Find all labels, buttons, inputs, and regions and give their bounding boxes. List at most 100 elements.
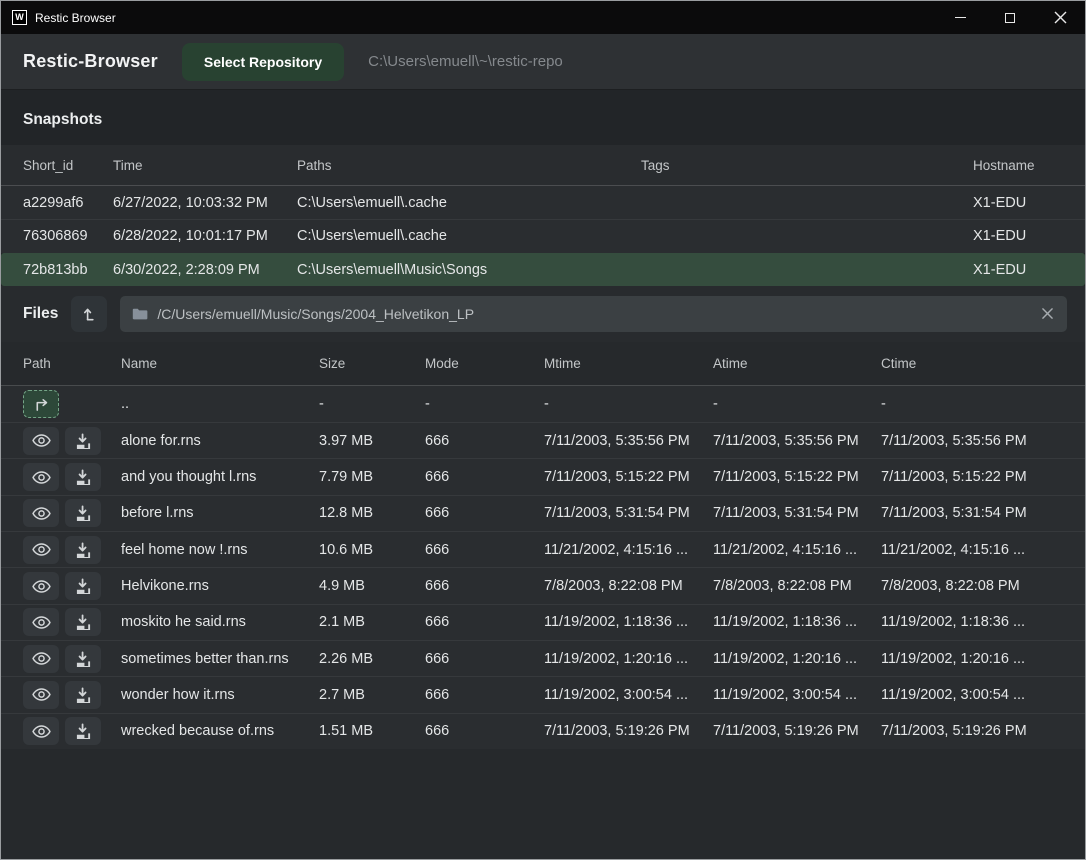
snapshots-section-title: Snapshots [1, 90, 1085, 145]
file-mtime: 7/11/2003, 5:15:22 PM [544, 469, 713, 485]
file-row: wonder how it.rns2.7 MB66611/19/2002, 3:… [1, 676, 1085, 712]
select-repository-button[interactable]: Select Repository [182, 43, 344, 81]
current-path-value: /C/Users/emuell/Music/Songs/2004_Helveti… [157, 306, 474, 322]
download-icon [75, 433, 92, 449]
restore-file-button[interactable] [65, 717, 101, 745]
current-path-input[interactable]: /C/Users/emuell/Music/Songs/2004_Helveti… [120, 296, 1067, 332]
maximize-button[interactable] [985, 1, 1035, 34]
file-name: and you thought l.rns [121, 469, 319, 485]
snapshot-hostname: X1-EDU [973, 262, 1063, 278]
preview-file-button[interactable] [23, 499, 59, 527]
file-row-actions [23, 717, 121, 745]
eye-icon [32, 542, 51, 557]
eye-icon [32, 724, 51, 739]
snapshot-short-id: 72b813bb [23, 262, 113, 278]
titlebar: W Restic Browser [1, 1, 1085, 34]
app-title: Restic-Browser [23, 51, 158, 72]
column-header-tags: Tags [641, 158, 973, 173]
file-ctime: 11/21/2002, 4:15:16 ... [881, 542, 1063, 558]
file-ctime: 7/11/2003, 5:15:22 PM [881, 469, 1063, 485]
snapshot-paths: C:\Users\emuell\.cache [297, 228, 641, 244]
file-atime: 7/11/2003, 5:19:26 PM [713, 723, 881, 739]
column-header-path: Path [23, 356, 121, 371]
preview-file-button[interactable] [23, 681, 59, 709]
file-mtime: 7/8/2003, 8:22:08 PM [544, 578, 713, 594]
preview-file-button[interactable] [23, 427, 59, 455]
restore-file-button[interactable] [65, 427, 101, 455]
window-title: Restic Browser [35, 11, 116, 25]
preview-file-button[interactable] [23, 608, 59, 636]
file-name: .. [121, 396, 319, 412]
file-row-actions [23, 390, 121, 418]
preview-file-button[interactable] [23, 463, 59, 491]
parent-directory-row: ..----- [1, 386, 1085, 422]
restore-file-button[interactable] [65, 572, 101, 600]
column-header-mode: Mode [425, 356, 544, 371]
restore-file-button[interactable] [65, 499, 101, 527]
file-mtime: - [544, 396, 713, 412]
file-ctime: 11/19/2002, 3:00:54 ... [881, 687, 1063, 703]
file-row-actions [23, 608, 121, 636]
file-atime: 11/19/2002, 1:18:36 ... [713, 614, 881, 630]
eye-icon [32, 433, 51, 448]
restore-file-button[interactable] [65, 536, 101, 564]
go-to-parent-button[interactable] [23, 390, 59, 418]
restore-file-button[interactable] [65, 681, 101, 709]
close-button[interactable] [1035, 1, 1085, 34]
eye-icon [32, 687, 51, 702]
snapshot-time: 6/30/2022, 2:28:09 PM [113, 262, 297, 278]
eye-icon [32, 651, 51, 666]
preview-file-button[interactable] [23, 717, 59, 745]
file-name: moskito he said.rns [121, 614, 319, 630]
restore-file-button[interactable] [65, 608, 101, 636]
file-size: - [319, 396, 425, 412]
file-size: 7.79 MB [319, 469, 425, 485]
column-header-atime: Atime [713, 356, 881, 371]
file-row: moskito he said.rns2.1 MB66611/19/2002, … [1, 604, 1085, 640]
file-atime: 11/19/2002, 1:20:16 ... [713, 651, 881, 667]
snapshot-hostname: X1-EDU [973, 228, 1063, 244]
files-table-header: Path Name Size Mode Mtime Atime Ctime [1, 342, 1085, 386]
files-toolbar: Files /C/Users/emuell/Music/Songs/2004_H… [1, 286, 1085, 342]
app-logo-icon: W [12, 10, 27, 25]
preview-file-button[interactable] [23, 645, 59, 673]
clear-path-button[interactable] [1031, 296, 1063, 332]
preview-file-button[interactable] [23, 536, 59, 564]
minimize-button[interactable] [935, 1, 985, 34]
close-icon [1042, 308, 1053, 319]
restore-file-button[interactable] [65, 463, 101, 491]
file-mode: 666 [425, 578, 544, 594]
file-mtime: 7/11/2003, 5:35:56 PM [544, 433, 713, 449]
arrow-up-right-icon [33, 397, 50, 412]
snapshot-paths: C:\Users\emuell\.cache [297, 195, 641, 211]
path-level-up-button[interactable] [71, 296, 107, 332]
snapshot-row[interactable]: a2299af66/27/2022, 10:03:32 PMC:\Users\e… [1, 186, 1085, 219]
file-mode: 666 [425, 542, 544, 558]
file-row: alone for.rns3.97 MB6667/11/2003, 5:35:5… [1, 422, 1085, 458]
file-row-actions [23, 645, 121, 673]
eye-icon [32, 615, 51, 630]
preview-file-button[interactable] [23, 572, 59, 600]
file-atime: 11/21/2002, 4:15:16 ... [713, 542, 881, 558]
snapshot-time: 6/27/2022, 10:03:32 PM [113, 195, 297, 211]
file-size: 2.7 MB [319, 687, 425, 703]
file-size: 12.8 MB [319, 505, 425, 521]
file-size: 2.26 MB [319, 651, 425, 667]
file-row: feel home now !.rns10.6 MB66611/21/2002,… [1, 531, 1085, 567]
file-atime: 7/11/2003, 5:35:56 PM [713, 433, 881, 449]
file-mode: 666 [425, 505, 544, 521]
file-name: wonder how it.rns [121, 687, 319, 703]
snapshot-hostname: X1-EDU [973, 195, 1063, 211]
snapshot-row[interactable]: 72b813bb6/30/2022, 2:28:09 PMC:\Users\em… [1, 253, 1085, 286]
file-mode: - [425, 396, 544, 412]
snapshots-section: Snapshots Short_id Time Paths Tags Hostn… [1, 90, 1085, 286]
file-size: 1.51 MB [319, 723, 425, 739]
file-ctime: 11/19/2002, 1:20:16 ... [881, 651, 1063, 667]
file-ctime: 11/19/2002, 1:18:36 ... [881, 614, 1063, 630]
restore-file-button[interactable] [65, 645, 101, 673]
file-name: before l.rns [121, 505, 319, 521]
download-icon [75, 723, 92, 739]
eye-icon [32, 470, 51, 485]
snapshot-row[interactable]: 763068696/28/2022, 10:01:17 PMC:\Users\e… [1, 219, 1085, 252]
file-row-actions [23, 536, 121, 564]
